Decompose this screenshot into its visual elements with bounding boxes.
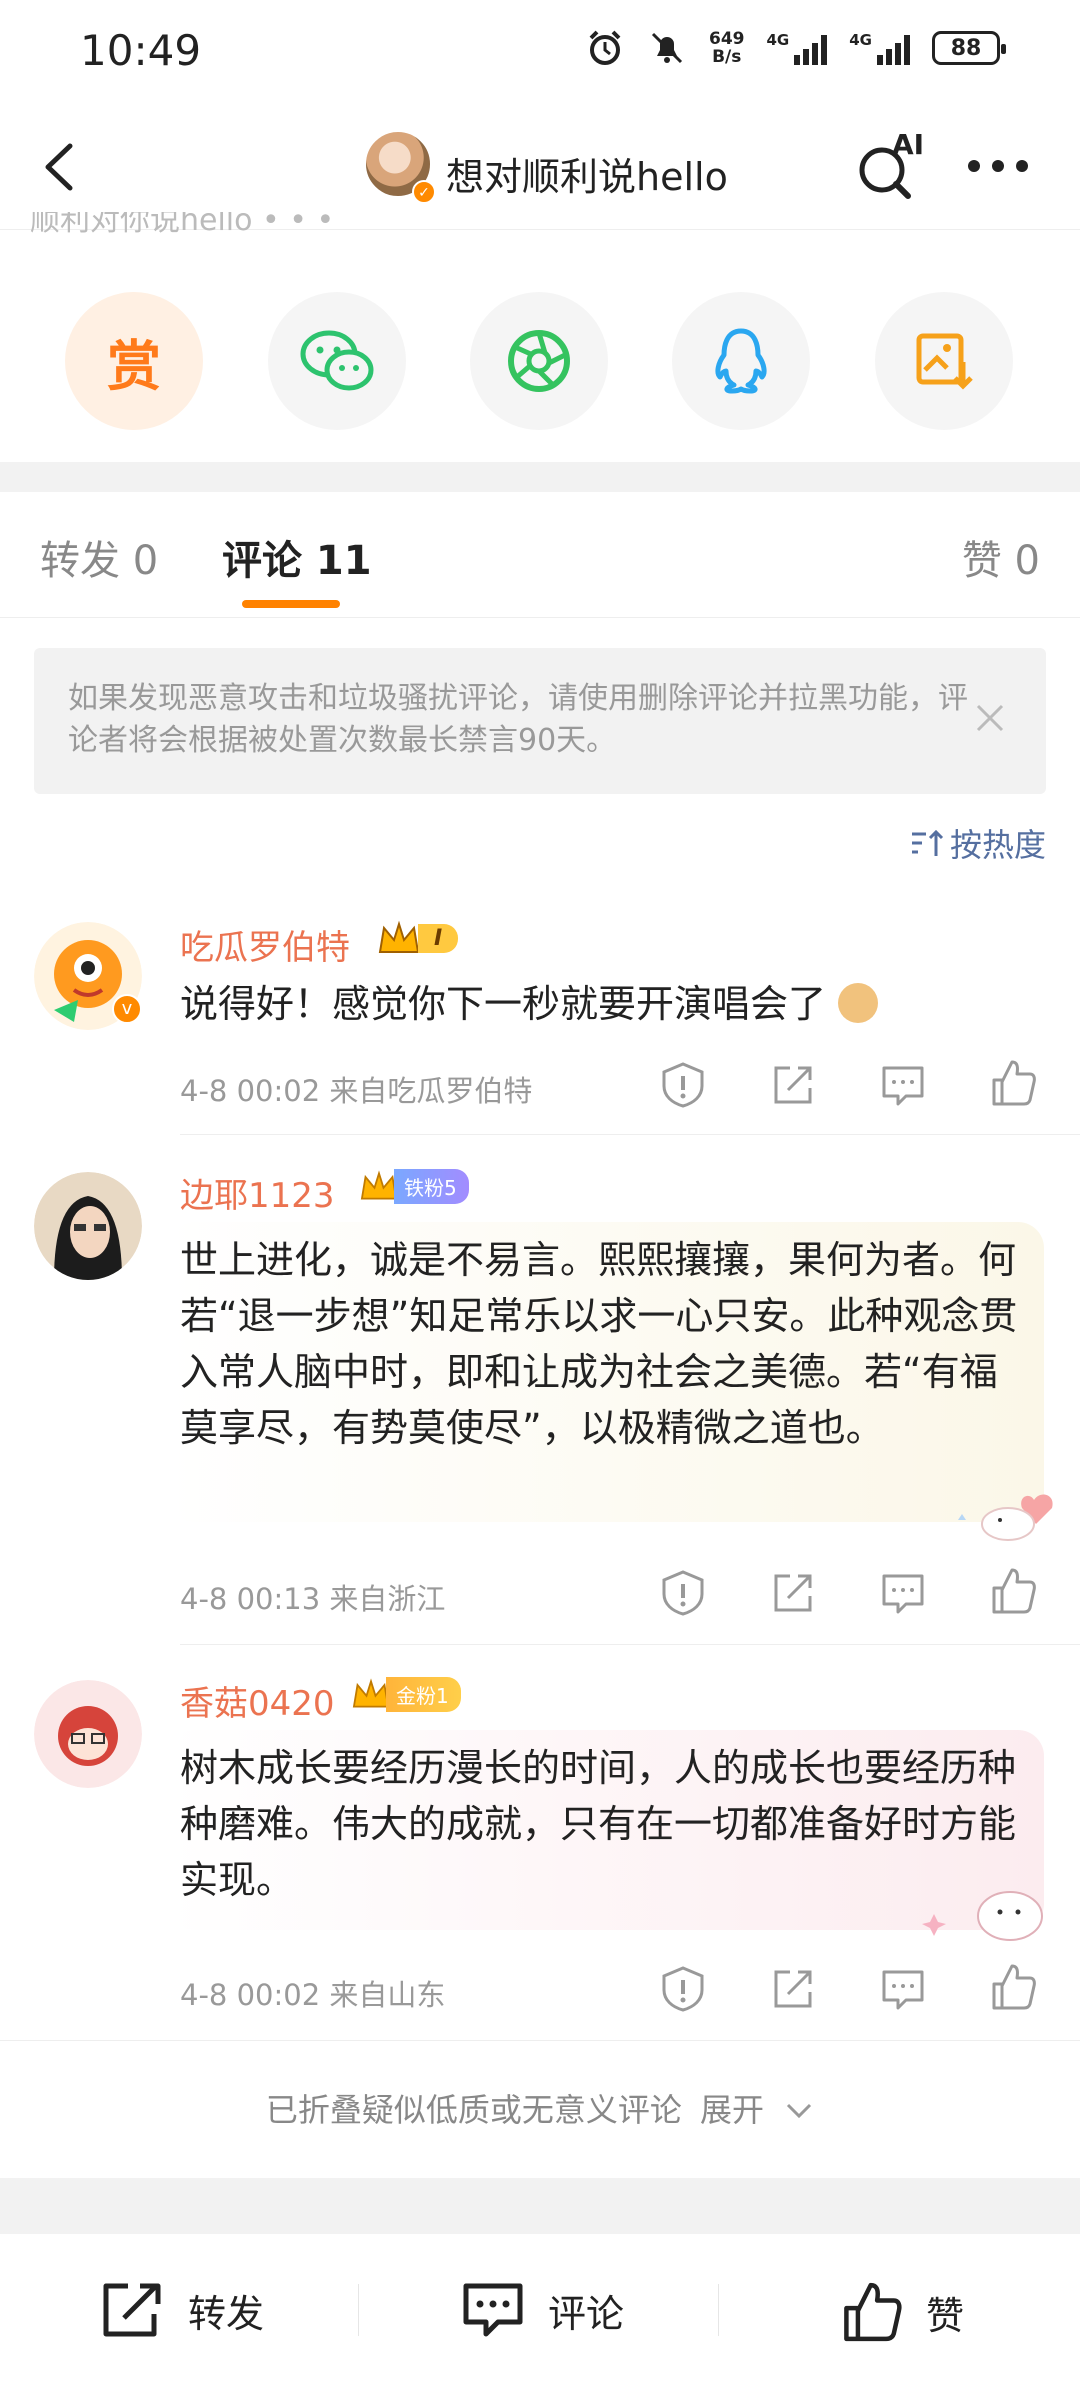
like-thumb-icon[interactable]	[988, 1058, 1038, 1108]
tabs-divider	[0, 617, 1080, 618]
section-divider	[0, 462, 1080, 492]
verified-badge-icon: v	[112, 994, 142, 1024]
comment-meta: 4-8 00:13 来自浙江	[180, 1582, 446, 1616]
share-icon[interactable]	[768, 1568, 818, 1618]
share-icon[interactable]	[768, 1964, 818, 2014]
comment-divider	[180, 1644, 1080, 1645]
bottom-action-bar: 转发 评论 赞	[0, 2234, 1080, 2390]
qq-penguin-icon	[715, 328, 767, 394]
status-time: 10:49	[80, 26, 202, 75]
report-icon[interactable]	[658, 1964, 708, 2014]
repost-label: 转发	[188, 2291, 265, 2336]
image-download-icon	[916, 333, 973, 390]
doge-emoji-icon	[838, 983, 879, 1023]
bar-divider	[718, 2284, 719, 2336]
comment-meta: 4-8 00:02 来自山东	[180, 1978, 446, 2012]
reply-icon[interactable]	[878, 1568, 928, 1618]
reward-button[interactable]: 赏	[65, 292, 203, 430]
notice-banner: 如果发现恶意攻击和垃圾骚扰评论，请使用删除评论并拉黑功能，评论者将会根据被处置次…	[34, 648, 1046, 794]
ai-search-icon[interactable]: AI	[854, 128, 924, 202]
active-tab-indicator	[242, 600, 340, 608]
reply-icon[interactable]	[878, 1060, 928, 1110]
net-speed: 649 B/s	[709, 29, 745, 67]
clipped-post-text: 顺利对你说hello • • •	[30, 212, 335, 238]
like-thumb-icon[interactable]	[988, 1566, 1038, 1616]
bottom-divider-band	[0, 2178, 1080, 2234]
commenter-avatar[interactable]	[34, 1172, 142, 1280]
close-icon[interactable]	[970, 698, 1010, 738]
comment-divider	[180, 1134, 1080, 1135]
moments-share-button[interactable]	[470, 292, 608, 430]
comment-meta: 4-8 00:02 来自吃瓜罗伯特	[180, 1074, 533, 1108]
commenter-name[interactable]: 吃瓜罗伯特	[180, 920, 350, 969]
verified-badge-icon: ✓	[412, 180, 436, 204]
tab-repost[interactable]: 转发 0	[40, 528, 158, 586]
battery-icon: 88	[932, 31, 1006, 65]
comment-label: 评论	[548, 2291, 625, 2336]
comment-text: 说得好！感觉你下一秒就要开演唱会了	[180, 976, 980, 1032]
report-icon[interactable]	[658, 1568, 708, 1618]
commenter-name[interactable]: 香菇0420	[180, 1676, 335, 1725]
reply-icon[interactable]	[878, 1964, 928, 2014]
commenter-name[interactable]: 边耶1123	[180, 1168, 335, 1217]
signal-2-icon: 4G	[849, 31, 910, 65]
back-arrow-icon[interactable]	[40, 142, 80, 192]
save-image-button[interactable]	[875, 292, 1013, 430]
wechat-icon	[300, 330, 374, 391]
page-title[interactable]: 想对顺利说hello	[446, 146, 728, 201]
status-bar: 10:49 649 B/s 4G 4G 88	[0, 0, 1080, 100]
repost-button[interactable]: 转发	[100, 2280, 264, 2340]
folded-text: 已折叠疑似低质或无意义评论	[265, 2091, 682, 2129]
share-icon[interactable]	[768, 1060, 818, 1110]
signal-1-icon: 4G	[767, 31, 828, 65]
like-label: 赞	[926, 2293, 965, 2338]
chevron-down-icon	[787, 2103, 812, 2119]
comment-text: 世上进化，诚是不易言。熙熙攘攘，果何为者。何若“退一步想”知足常乐以求一心只安。…	[180, 1238, 1018, 1450]
report-icon[interactable]	[658, 1060, 708, 1110]
sort-by-hot-button[interactable]: 按热度	[910, 820, 1046, 866]
vip-badge: I	[376, 918, 459, 958]
reward-label: 赏	[107, 334, 161, 398]
top-nav-bar: ✓ 想对顺利说hello AI	[0, 100, 1080, 230]
mute-bell-icon	[651, 32, 683, 64]
qq-share-button[interactable]	[672, 292, 810, 430]
sort-icon	[911, 829, 944, 856]
like-button[interactable]: 赞	[840, 2280, 964, 2344]
tab-comment[interactable]: 评论 11	[222, 528, 372, 586]
repost-icon	[103, 2283, 161, 2337]
alarm-icon	[589, 30, 621, 65]
comment-icon	[463, 2283, 523, 2337]
tab-like[interactable]: 赞 0	[962, 528, 1040, 586]
bar-divider	[358, 2284, 359, 2336]
commenter-avatar[interactable]	[34, 1680, 142, 1788]
fan-badge: 铁粉5	[358, 1168, 469, 1204]
like-thumb-icon	[844, 2282, 902, 2342]
crown-icon	[378, 920, 420, 953]
folded-comments-row[interactable]: 已折叠疑似低质或无意义评论 展开	[0, 2085, 1080, 2131]
status-icons: 649 B/s 4G 4G 88	[585, 28, 1006, 68]
comment-button[interactable]: 评论	[460, 2280, 624, 2340]
sort-label: 按热度	[949, 826, 1046, 864]
ai-label: AI	[892, 128, 925, 161]
comment-divider	[0, 2040, 1080, 2041]
bunny-heart-decoration-icon	[958, 1494, 1053, 1541]
like-thumb-icon[interactable]	[988, 1962, 1038, 2012]
moments-aperture-icon	[508, 330, 570, 392]
comment-text: 树木成长要经历漫长的时间，人的成长也要经历种种磨难。伟大的成就，只有在一切都准备…	[180, 1746, 1017, 1902]
more-options-icon[interactable]	[968, 160, 1028, 172]
wechat-share-button[interactable]	[268, 292, 406, 430]
fan-badge: 金粉1	[350, 1676, 461, 1712]
notice-text: 如果发现恶意攻击和垃圾骚扰评论，请使用删除评论并拉黑功能，评论者将会根据被处置次…	[68, 681, 968, 758]
expand-link[interactable]: 展开	[700, 2091, 764, 2129]
